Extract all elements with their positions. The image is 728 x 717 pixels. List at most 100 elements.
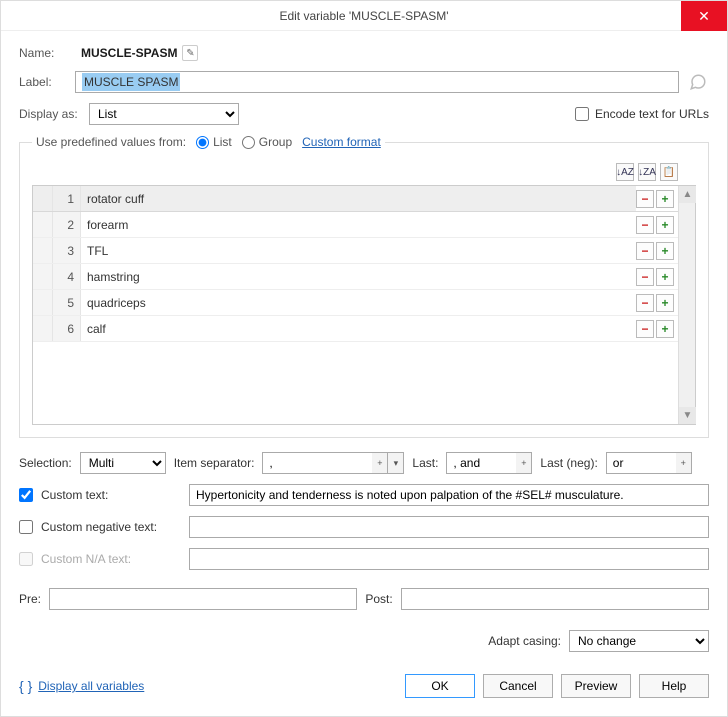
custom-neg-input[interactable] [189,516,709,538]
row-buttons: −+ [636,316,678,341]
speech-bubble-icon[interactable] [687,71,709,93]
list-item[interactable]: 1rotator cuff−+ [33,186,678,212]
name-row: Name: MUSCLE-SPASM ✎ [19,45,709,61]
last-plus[interactable]: + [516,452,532,474]
list-item[interactable]: 6calf−+ [33,316,678,342]
list-item[interactable]: 5quadriceps−+ [33,290,678,316]
last-group: + [446,452,532,474]
values-list: 1rotator cuff−+2forearm−+3TFL−+4hamstrin… [32,185,696,425]
remove-row-button[interactable]: − [636,268,654,286]
encode-row: Encode text for URLs [575,107,709,121]
help-button[interactable]: Help [639,674,709,698]
cancel-button[interactable]: Cancel [483,674,553,698]
radio-group-wrap: Group [242,135,292,149]
row-number: 2 [53,212,81,237]
item-sep-input[interactable] [262,452,372,474]
add-row-button[interactable]: + [656,268,674,286]
row-drag-handle[interactable] [33,238,53,263]
remove-row-button[interactable]: − [636,320,654,338]
pre-post-row: Pre: Post: [19,588,709,610]
ok-button[interactable]: OK [405,674,475,698]
display-all-variables[interactable]: { } Display all variables [19,678,144,694]
list-item[interactable]: 2forearm−+ [33,212,678,238]
custom-na-label: Custom N/A text: [41,552,181,566]
row-drag-handle[interactable] [33,212,53,237]
clipboard-icon[interactable]: 📋 [660,163,678,181]
radio-list[interactable] [196,136,209,149]
custom-text-input[interactable] [189,484,709,506]
pre-label: Pre: [19,592,41,606]
sort-asc-icon[interactable]: ↓AZ [616,163,634,181]
item-sep-dropdown[interactable]: ▾ [388,452,404,474]
row-drag-handle[interactable] [33,264,53,289]
radio-group[interactable] [242,136,255,149]
radio-group-label: Group [259,135,292,149]
custom-na-input [189,548,709,570]
post-input[interactable] [401,588,709,610]
row-text[interactable]: forearm [81,212,636,237]
item-sep-plus[interactable]: + [372,452,388,474]
sort-desc-icon[interactable]: ↓ZA [638,163,656,181]
custom-text-row: Custom text: [19,484,709,506]
display-all-link[interactable]: Display all variables [38,679,144,693]
custom-neg-label: Custom negative text: [41,520,181,534]
display-as-row: Display as: List Encode text for URLs [19,103,709,125]
custom-neg-checkbox[interactable] [19,520,33,534]
predefined-values-fieldset: Use predefined values from: List Group C… [19,135,709,438]
add-row-button[interactable]: + [656,190,674,208]
pre-input[interactable] [49,588,357,610]
scroll-down-icon[interactable]: ▼ [679,407,696,424]
scroll-up-icon[interactable]: ▲ [679,186,696,203]
row-buttons: −+ [636,264,678,289]
encode-urls-checkbox[interactable] [575,107,589,121]
label-row: Label: MUSCLE SPASM [19,71,709,93]
preview-button[interactable]: Preview [561,674,631,698]
titlebar: Edit variable 'MUSCLE-SPASM' ✕ [1,1,727,31]
custom-format-link[interactable]: Custom format [302,135,381,149]
item-sep-group: + ▾ [262,452,404,474]
add-row-button[interactable]: + [656,294,674,312]
radio-list-label: List [213,135,232,149]
last-label: Last: [412,456,438,470]
list-item[interactable]: 3TFL−+ [33,238,678,264]
row-drag-handle[interactable] [33,290,53,315]
row-buttons: −+ [636,186,678,211]
row-drag-handle[interactable] [33,316,53,341]
adapt-casing-select[interactable]: No change [569,630,709,652]
remove-row-button[interactable]: − [636,294,654,312]
row-buttons: −+ [636,212,678,237]
encode-urls-label: Encode text for URLs [595,107,709,121]
selection-select[interactable]: Multi [80,452,166,474]
last-neg-input[interactable] [606,452,676,474]
pencil-icon[interactable]: ✎ [182,45,198,61]
row-text[interactable]: calf [81,316,636,341]
row-drag-handle[interactable] [33,186,53,211]
close-button[interactable]: ✕ [681,1,727,31]
add-row-button[interactable]: + [656,216,674,234]
adapt-casing-row: Adapt casing: No change [19,630,709,652]
row-text[interactable]: hamstring [81,264,636,289]
selection-row: Selection: Multi Item separator: + ▾ Las… [19,452,709,474]
label-input[interactable]: MUSCLE SPASM [75,71,679,93]
last-input[interactable] [446,452,516,474]
last-neg-group: + [606,452,692,474]
add-row-button[interactable]: + [656,320,674,338]
row-text[interactable]: rotator cuff [81,186,636,211]
predef-legend-text: Use predefined values from: [36,135,186,149]
list-item[interactable]: 4hamstring−+ [33,264,678,290]
adapt-casing-label: Adapt casing: [488,634,561,648]
add-row-button[interactable]: + [656,242,674,260]
label-input-text: MUSCLE SPASM [82,73,180,91]
row-buttons: −+ [636,238,678,263]
last-neg-plus[interactable]: + [676,452,692,474]
remove-row-button[interactable]: − [636,190,654,208]
row-number: 5 [53,290,81,315]
remove-row-button[interactable]: − [636,216,654,234]
row-text[interactable]: TFL [81,238,636,263]
custom-text-checkbox[interactable] [19,488,33,502]
scrollbar[interactable]: ▲ ▼ [678,186,695,424]
display-as-select[interactable]: List [89,103,239,125]
remove-row-button[interactable]: − [636,242,654,260]
predefined-legend: Use predefined values from: List Group C… [32,135,385,149]
row-text[interactable]: quadriceps [81,290,636,315]
